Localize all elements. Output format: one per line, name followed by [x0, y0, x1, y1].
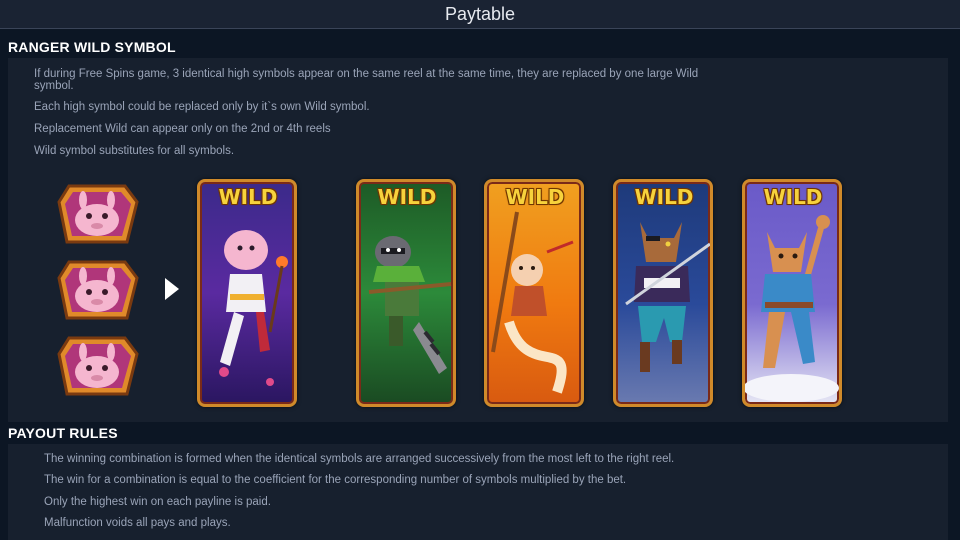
- wild-label: WILD: [218, 185, 278, 209]
- wild-label: WILD: [634, 185, 694, 209]
- payout-rule-line: Only the highest win on each payline is …: [44, 496, 271, 508]
- window-title-bar: Paytable: [0, 0, 960, 29]
- payout-rules-heading: PAYOUT RULES: [8, 425, 118, 441]
- wild-label: WILD: [763, 185, 823, 209]
- payout-rule-line: Malfunction voids all pays and plays.: [44, 517, 231, 529]
- transform-arrow-icon: [165, 278, 179, 300]
- payout-rule-line: The win for a combination is equal to th…: [44, 474, 627, 486]
- alpaca-symbol-icon: [51, 256, 143, 326]
- lynx-wild-icon: WILD: [742, 179, 842, 407]
- wolf-wild-icon: WILD: [613, 179, 713, 407]
- payout-rule-line: The winning combination is formed when t…: [44, 453, 675, 465]
- alpaca-symbol-icon: [51, 332, 143, 402]
- ranger-rule-line: Each high symbol could be replaced only …: [34, 101, 370, 113]
- ranger-rule-line: Wild symbol substitutes for all symbols.: [34, 145, 235, 157]
- alpaca-wild-icon: WILD: [197, 179, 297, 407]
- window-title: Paytable: [444, 3, 516, 24]
- ranger-rule-line: Replacement Wild can appear only on the …: [34, 123, 331, 135]
- ranger-wild-heading: RANGER WILD SYMBOL: [8, 39, 176, 55]
- monkey-wild-icon: WILD: [484, 179, 584, 407]
- wild-label: WILD: [377, 185, 437, 209]
- ranger-rule-line: symbol.: [34, 80, 74, 92]
- ranger-rule-line: If during Free Spins game, 3 identical h…: [34, 68, 699, 80]
- wild-label: WILD: [505, 185, 565, 209]
- alpaca-symbol-icon: [51, 180, 143, 250]
- raccoon-wild-icon: WILD: [356, 179, 456, 407]
